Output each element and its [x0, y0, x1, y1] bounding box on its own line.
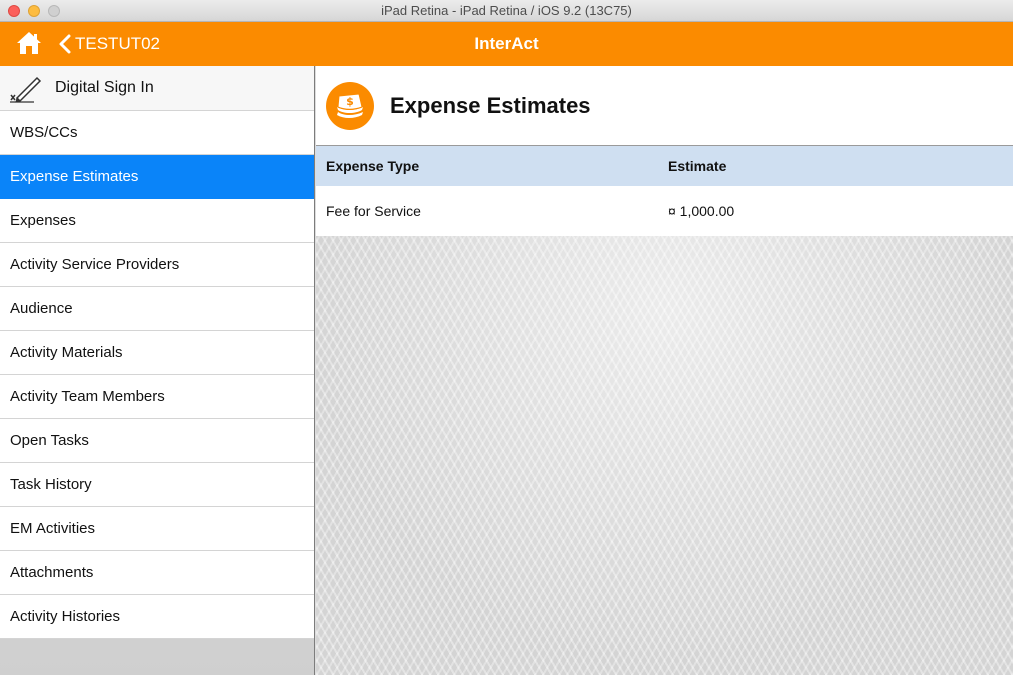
page-header: $ Expense Estimates	[316, 66, 1013, 146]
cell-expense-type: Fee for Service	[326, 203, 421, 219]
minimize-window-button[interactable]	[28, 5, 40, 17]
digital-sign-in-label: Digital Sign In	[55, 79, 154, 96]
sidebar-item-open-tasks[interactable]: Open Tasks	[0, 419, 314, 463]
money-icon: $	[326, 81, 374, 130]
sidebar-item-expenses[interactable]: Expenses	[0, 199, 314, 243]
signature-icon	[10, 76, 42, 103]
chevron-left-icon	[59, 34, 71, 54]
sidebar-item-expense-estimates[interactable]: Expense Estimates	[0, 155, 314, 199]
home-button[interactable]	[16, 30, 42, 56]
sidebar-item-task-history[interactable]: Task History	[0, 463, 314, 507]
sidebar-item-audience[interactable]: Audience	[0, 287, 314, 331]
zoom-window-button[interactable]	[48, 5, 60, 17]
window-title: iPad Retina - iPad Retina / iOS 9.2 (13C…	[381, 3, 632, 18]
svg-text:$: $	[346, 95, 354, 108]
sidebar-item-em-activities[interactable]: EM Activities	[0, 507, 314, 551]
page-title: Expense Estimates	[390, 92, 591, 118]
column-header-estimate: Estimate	[668, 158, 727, 174]
sidebar: Digital Sign In WBS/CCs Expense Estimate…	[0, 66, 315, 675]
nav-bar: TESTUT02 InterAct	[0, 22, 1013, 66]
table-row[interactable]: Fee for Service ¤ 1,000.00	[316, 186, 1013, 236]
sidebar-item-activity-service-providers[interactable]: Activity Service Providers	[0, 243, 314, 287]
window-titlebar: iPad Retina - iPad Retina / iOS 9.2 (13C…	[0, 0, 1013, 22]
sidebar-item-activity-histories[interactable]: Activity Histories	[0, 595, 314, 639]
cell-estimate: ¤ 1,000.00	[668, 203, 735, 219]
close-window-button[interactable]	[8, 5, 20, 17]
column-header-expense-type: Expense Type	[326, 158, 420, 174]
back-button[interactable]: TESTUT02	[56, 22, 160, 66]
sidebar-item-wbs-ccs[interactable]: WBS/CCs	[0, 111, 314, 155]
home-icon	[17, 32, 41, 54]
window-controls	[8, 5, 60, 17]
sidebar-item-activity-team-members[interactable]: Activity Team Members	[0, 375, 314, 419]
back-label: TESTUT02	[75, 34, 161, 53]
main-content: $ Expense Estimates Expense Type Estimat…	[316, 66, 1013, 675]
table-header: Expense Type Estimate	[316, 146, 1013, 186]
sidebar-item-attachments[interactable]: Attachments	[0, 551, 314, 595]
sidebar-item-activity-materials[interactable]: Activity Materials	[0, 331, 314, 375]
digital-sign-in-button[interactable]: Digital Sign In	[0, 66, 314, 111]
